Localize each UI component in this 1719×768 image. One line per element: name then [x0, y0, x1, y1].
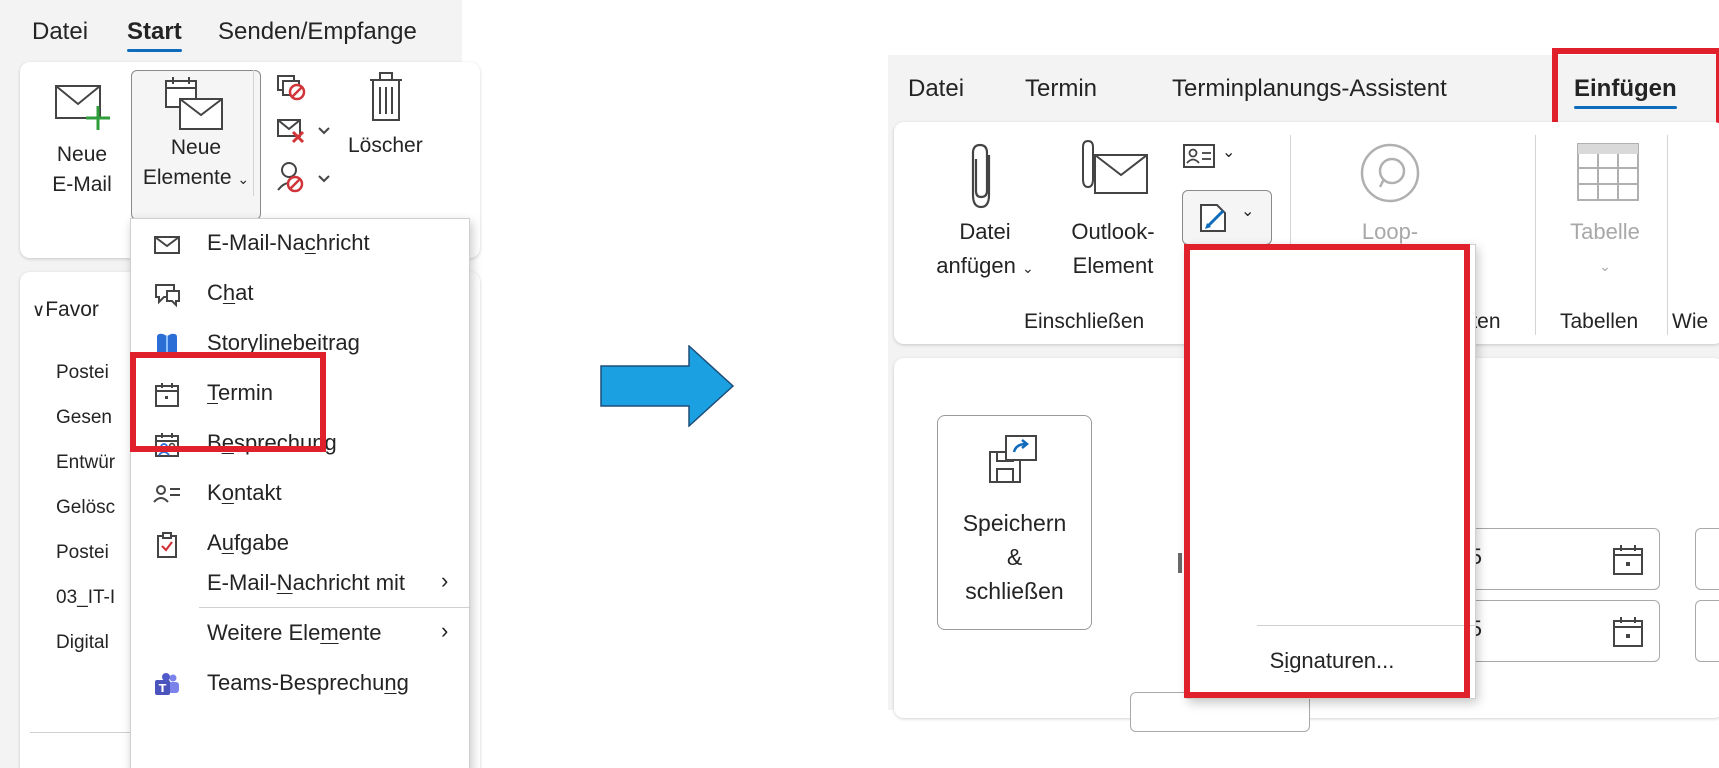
menu-item-label: Teams-Besprechung [207, 670, 409, 695]
tab-file[interactable]: Datei [908, 75, 964, 103]
folder-item[interactable]: Postei [56, 350, 115, 395]
save-close-label-2: & [1006, 544, 1023, 570]
folder-item[interactable]: Entwür [56, 440, 115, 485]
loop-icon [1360, 143, 1420, 203]
business-card-button[interactable]: ⌄ [1180, 140, 1250, 176]
business-card-icon [1183, 144, 1215, 168]
menu-item-label: E-Mail-Nachricht [207, 230, 370, 255]
menu-item-label: Chat [207, 280, 254, 305]
folder-item[interactable]: Digital [56, 620, 115, 665]
chevron-right-icon: › [441, 618, 449, 643]
menu-item-label: Weitere Elemente [207, 620, 382, 645]
nav-divider [30, 732, 140, 733]
folder-list: Postei Gesen Entwür Gelösc Postei 03_IT-… [56, 350, 115, 665]
menu-item-chat[interactable]: Chat [131, 269, 471, 319]
menu-item-label: E-Mail-Nachricht mit [207, 570, 406, 595]
tab-scheduling-assistant[interactable]: Terminplanungs-Assistent [1172, 75, 1447, 103]
table-button[interactable]: Tabelle ⌄ [1545, 135, 1665, 295]
svg-text:T: T [159, 682, 167, 695]
save-close-label-1: Speichern [962, 510, 1067, 536]
chevron-down-icon: ⌄ [1222, 144, 1236, 161]
save-close-icon [989, 435, 1037, 483]
junk-icon[interactable] [275, 160, 335, 196]
ribbon-separator [1535, 135, 1536, 335]
menu-item-more-items[interactable]: Weitere Elemente › [131, 609, 471, 659]
paperclip-icon [971, 143, 991, 209]
save-close-label-3: schließen [965, 578, 1064, 604]
calendar-icon[interactable] [1611, 615, 1645, 649]
outlook-item-label-1: Outlook- [1071, 219, 1155, 244]
tab-send-receive[interactable]: Senden/Empfange [218, 18, 417, 46]
menu-item-label: Aufgabe [207, 530, 289, 555]
arrow-right-icon [600, 345, 735, 427]
folder-item[interactable]: 03_IT-I [56, 575, 115, 620]
outlook-item-icon [1082, 139, 1148, 194]
attach-file-label-2: anfügen ⌄ [936, 253, 1034, 278]
teams-icon: T [155, 673, 179, 695]
calendar-icon[interactable] [1611, 543, 1645, 577]
table-label: Tabelle [1570, 219, 1640, 244]
favorites-label: Favor [45, 298, 99, 321]
outlook-item-button[interactable]: Outlook- Element [1053, 135, 1173, 295]
highlight-box [1184, 244, 1470, 698]
new-items-label-2: Elemente ⌄ [142, 166, 250, 189]
menu-item-email[interactable]: E-Mail-Nachricht [131, 219, 471, 269]
folder-item[interactable]: Gelösc [56, 485, 115, 530]
delete-label[interactable]: Löscher [348, 134, 423, 158]
group-label-tables: Tabellen [1560, 310, 1639, 333]
tab-file[interactable]: Datei [32, 18, 88, 46]
mail-icon [154, 236, 180, 254]
task-icon [157, 532, 177, 558]
tab-start[interactable]: Start [127, 18, 182, 52]
new-items-label-1: Neue [170, 136, 222, 159]
table-icon [1577, 143, 1639, 201]
start-time-field[interactable] [1695, 528, 1719, 590]
signature-button[interactable]: ⌄ [1182, 190, 1272, 245]
ribbon-separator [253, 70, 254, 196]
new-email-button[interactable]: Neue E-Mail [40, 70, 124, 220]
tab-start-label: Start [127, 18, 182, 45]
new-email-label-1: Neue [56, 143, 108, 166]
chevron-down-icon: ⌄ [1241, 203, 1255, 220]
favorites-header[interactable]: ∨Favor [32, 298, 99, 322]
menu-item-email-with[interactable]: E-Mail-Nachricht mit › [131, 559, 471, 609]
group-label-include: Einschließen [1024, 310, 1145, 333]
cleanup-icon[interactable] [275, 116, 335, 150]
new-items-button[interactable]: Neue Elemente ⌄ [131, 70, 261, 220]
active-tab-indicator [127, 49, 182, 52]
tab-appointment[interactable]: Termin [1025, 75, 1097, 103]
chat-icon [155, 284, 180, 308]
new-items-icon [165, 77, 223, 130]
new-mail-icon [55, 85, 110, 130]
delete-icon[interactable] [366, 70, 406, 126]
chevron-down-icon: ⌄ [1599, 258, 1611, 274]
chevron-down-icon: ⌄ [1021, 260, 1034, 276]
attach-file-label-1: Datei [959, 219, 1011, 244]
attach-file-button[interactable]: Datei anfügen ⌄ [925, 135, 1045, 295]
highlight-box [130, 352, 326, 452]
new-email-label-2: E-Mail [52, 173, 112, 196]
menu-item-teams-meeting[interactable]: T Teams-Besprechung [131, 659, 471, 709]
menu-item-contact[interactable]: Kontakt [131, 469, 471, 519]
chevron-right-icon: › [441, 568, 449, 593]
folder-item[interactable]: Gesen [56, 395, 115, 440]
ribbon-separator [1667, 135, 1668, 335]
save-and-close-button[interactable]: Speichern & schließen [937, 415, 1092, 630]
group-label-next: Wie [1672, 310, 1709, 333]
folder-item[interactable]: Postei [56, 530, 115, 575]
chevron-down-icon: ⌄ [237, 171, 250, 187]
new-items-menu: E-Mail-Nachricht Chat Storylinebeitrag T… [130, 218, 471, 768]
field-label-stub [1178, 553, 1182, 573]
outlook-item-label-2: Element [1072, 253, 1154, 278]
contact-icon [153, 485, 180, 503]
chevron-down-icon: ∨ [32, 300, 46, 320]
end-time-field[interactable] [1695, 600, 1719, 662]
ignore-icon[interactable] [275, 72, 309, 102]
menu-item-label: Kontakt [207, 480, 282, 505]
signature-icon [1200, 204, 1226, 232]
